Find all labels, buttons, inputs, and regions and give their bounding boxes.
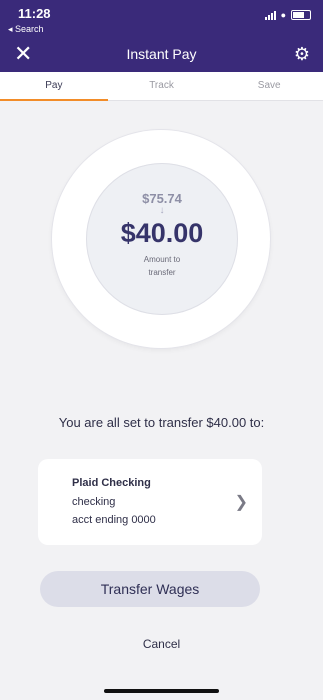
transfer-amount: $40.00 (120, 218, 204, 248)
chevron-right-icon[interactable]: ❯ (235, 492, 248, 512)
amount-label: Amount to transfer (143, 255, 181, 277)
battery-icon (291, 10, 311, 20)
account-name: Plaid Checking (72, 477, 151, 489)
tab-pay[interactable]: Pay (0, 72, 108, 101)
transfer-summary: You are all set to transfer $40.00 to: (58, 415, 265, 430)
home-indicator (104, 689, 219, 693)
arrow-down-icon: ↓ (159, 205, 165, 216)
account-type: checking (72, 496, 116, 508)
available-amount: $75.74 (142, 191, 182, 206)
amount-display: $75.74 ↓ $40.00 Amount to transfer (86, 163, 238, 315)
account-card[interactable]: Plaid Checking checking acct ending 0000… (38, 459, 262, 545)
account-number: acct ending 0000 (72, 514, 156, 526)
transfer-wages-button[interactable]: Transfer Wages (40, 571, 260, 607)
status-icons: ● (264, 10, 311, 20)
gear-icon[interactable]: ⚙ (294, 44, 310, 65)
cancel-button[interactable]: Cancel (0, 637, 323, 651)
tab-bar: Pay Track Save (0, 72, 323, 101)
tab-track[interactable]: Track (108, 72, 216, 100)
app-header: 11:28 ◂ Search ● ✕ Instant Pay ⚙ (0, 0, 323, 72)
wifi-icon: ● (280, 10, 286, 20)
back-to-search-link[interactable]: ◂ Search (8, 24, 44, 35)
tab-save[interactable]: Save (215, 72, 323, 100)
signal-icon (264, 10, 276, 20)
page-title: Instant Pay (126, 46, 197, 62)
status-time: 11:28 (18, 6, 51, 21)
